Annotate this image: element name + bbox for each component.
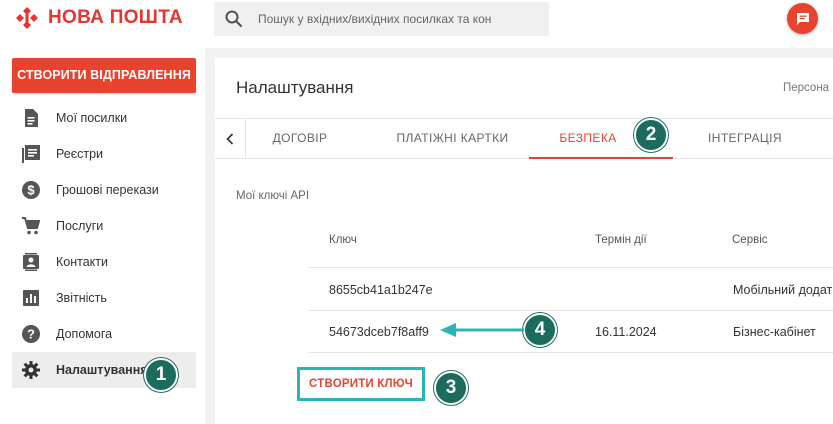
- search-bar[interactable]: [214, 2, 549, 36]
- persona-link[interactable]: Персона: [783, 82, 829, 94]
- tabs-scroll-left-button[interactable]: [215, 119, 246, 159]
- nova-poshta-logo[interactable]: НОВА ПОШТА: [12, 6, 183, 30]
- logo-text: НОВА ПОШТА: [48, 7, 183, 28]
- cart-icon: [22, 217, 40, 235]
- table-divider: [308, 267, 833, 268]
- api-key-value: 8655cb41a1b247e: [329, 283, 433, 297]
- contacts-icon: [22, 253, 40, 271]
- sidebar-nav: Мої посилки Реєстри $ Грошові перекази П…: [12, 100, 196, 388]
- tab-payment-cards[interactable]: ПЛАТІЖНІ КАРТКИ: [380, 119, 525, 159]
- api-keys-section-label: Мої ключі API: [236, 190, 310, 202]
- dollar-icon: $: [22, 181, 40, 199]
- column-header-service: Сервіс: [732, 234, 768, 246]
- sidebar-item-label: Звітність: [56, 291, 107, 305]
- annotation-arrow-icon: [440, 323, 524, 337]
- bar-chart-icon: [22, 289, 40, 307]
- column-header-key: Ключ: [329, 234, 357, 246]
- sidebar-item-label: Реєстри: [56, 147, 104, 161]
- page-title: Налаштування: [236, 78, 354, 97]
- annotation-badge-1: 1: [144, 358, 178, 392]
- sidebar-item-money-transfers[interactable]: $ Грошові перекази: [12, 172, 196, 208]
- sidebar-item-label: Грошові перекази: [56, 183, 159, 197]
- settings-tabs: ДОГОВІР ПЛАТІЖНІ КАРТКИ БЕЗПЕКА ІНТЕГРАЦ…: [215, 118, 833, 159]
- tab-security-label: БЕЗПЕКА: [559, 131, 617, 145]
- sidebar-item-contacts[interactable]: Контакти: [12, 244, 196, 280]
- api-key-value: 54673dceb7f8aff9: [329, 325, 429, 339]
- api-key-service: Мобільний додат: [733, 283, 833, 297]
- annotation-badge-2: 2: [634, 118, 668, 152]
- sidebar-item-registries[interactable]: Реєстри: [12, 136, 196, 172]
- registry-icon: [22, 145, 40, 163]
- api-key-expiry: 16.11.2024: [595, 325, 657, 339]
- column-header-expiry: Термін дії: [595, 234, 647, 246]
- sidebar-item-label: Допомога: [56, 327, 113, 341]
- annotation-badge-4: 4: [523, 313, 557, 347]
- top-header: НОВА ПОШТА: [0, 0, 833, 48]
- svg-text:?: ?: [27, 327, 35, 342]
- create-shipment-button[interactable]: СТВОРИТИ ВІДПРАВЛЕННЯ: [12, 58, 196, 93]
- chat-button[interactable]: [787, 3, 818, 34]
- sidebar-item-my-parcels[interactable]: Мої посилки: [12, 100, 196, 136]
- document-icon: [22, 109, 40, 127]
- sidebar-item-label: Контакти: [56, 255, 108, 269]
- settings-panel: Налаштування Персона ДОГОВІР ПЛАТІЖНІ КА…: [215, 58, 833, 424]
- sidebar-item-label: Налаштування: [56, 363, 148, 377]
- sidebar-item-reports[interactable]: Звітність: [12, 280, 196, 316]
- gear-icon: [22, 361, 40, 379]
- logo-mark-icon: [16, 7, 38, 29]
- table-divider: [308, 310, 833, 311]
- sidebar-item-label: Послуги: [56, 219, 104, 233]
- sidebar-item-label: Мої посилки: [56, 111, 128, 125]
- search-icon: [225, 10, 243, 28]
- help-icon: ?: [22, 325, 40, 343]
- chat-icon: [796, 12, 809, 25]
- annotation-badge-3: 3: [434, 371, 468, 405]
- search-input[interactable]: [258, 12, 518, 26]
- tab-integration[interactable]: ІНТЕГРАЦІЯ: [697, 119, 793, 159]
- table-divider: [308, 352, 833, 353]
- tab-contract[interactable]: ДОГОВІР: [259, 119, 341, 159]
- svg-text:$: $: [27, 183, 35, 198]
- sidebar-item-help[interactable]: ? Допомога: [12, 316, 196, 352]
- create-key-button[interactable]: СТВОРИТИ КЛЮЧ: [297, 367, 425, 401]
- sidebar-item-services[interactable]: Послуги: [12, 208, 196, 244]
- create-key-label: СТВОРИТИ КЛЮЧ: [309, 378, 413, 390]
- chevron-left-icon: [226, 133, 234, 145]
- api-key-service: Бізнес-кабінет: [733, 325, 816, 339]
